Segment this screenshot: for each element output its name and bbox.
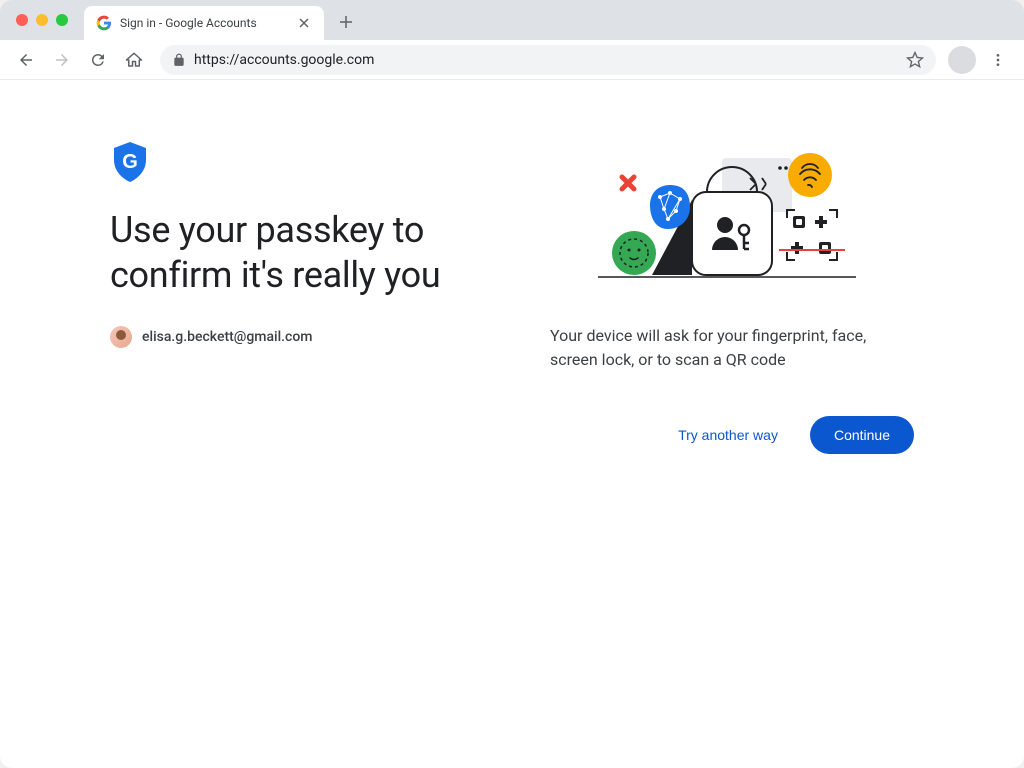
instruction-text: Your device will ask for your fingerprin… <box>550 324 914 372</box>
left-column: G Use your passkey to confirm it's reall… <box>110 140 530 768</box>
url-text: https://accounts.google.com <box>194 52 898 68</box>
svg-text:G: G <box>122 151 138 173</box>
page-heading: Use your passkey to confirm it's really … <box>110 208 530 298</box>
home-button[interactable] <box>120 46 148 74</box>
tab-close-button[interactable] <box>296 15 312 31</box>
button-row: Try another way Continue <box>666 416 914 454</box>
window-maximize-button[interactable] <box>56 14 68 26</box>
tab-bar: Sign in - Google Accounts <box>0 0 1024 40</box>
account-avatar <box>110 326 132 348</box>
profile-avatar-button[interactable] <box>948 46 976 74</box>
new-tab-button[interactable] <box>332 8 360 36</box>
window-close-button[interactable] <box>16 14 28 26</box>
window-minimize-button[interactable] <box>36 14 48 26</box>
right-column: Your device will ask for your fingerprin… <box>550 140 914 768</box>
account-email: elisa.g.beckett@gmail.com <box>142 329 312 345</box>
forward-button[interactable] <box>48 46 76 74</box>
window-controls <box>16 14 68 26</box>
account-chip[interactable]: elisa.g.beckett@gmail.com <box>110 326 530 348</box>
google-favicon <box>96 15 112 31</box>
address-bar[interactable]: https://accounts.google.com <box>160 45 936 75</box>
bookmark-star-icon[interactable] <box>906 51 924 69</box>
browser-tab[interactable]: Sign in - Google Accounts <box>84 6 324 40</box>
lock-icon <box>172 53 186 67</box>
tab-title: Sign in - Google Accounts <box>120 16 288 30</box>
browser-toolbar: https://accounts.google.com <box>0 40 1024 80</box>
back-button[interactable] <box>12 46 40 74</box>
passkey-illustration <box>592 150 872 300</box>
continue-button[interactable]: Continue <box>810 416 914 454</box>
google-shield-icon: G <box>110 140 530 188</box>
reload-button[interactable] <box>84 46 112 74</box>
try-another-way-button[interactable]: Try another way <box>666 417 790 453</box>
page-content: G Use your passkey to confirm it's reall… <box>0 80 1024 768</box>
browser-chrome: Sign in - Google Accounts https://accoun… <box>0 0 1024 80</box>
browser-menu-button[interactable] <box>984 46 1012 74</box>
